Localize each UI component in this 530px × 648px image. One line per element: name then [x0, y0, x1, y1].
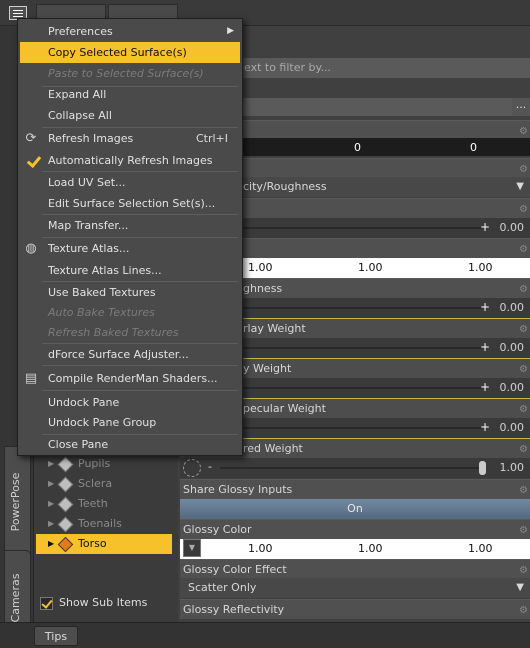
gear-icon[interactable]: ⚙: [519, 521, 528, 541]
menu-item-collapse-all[interactable]: Collapse All: [18, 105, 242, 126]
gear-icon[interactable]: ⚙: [519, 200, 528, 220]
filter-input[interactable]: ext to filter by...: [238, 58, 530, 78]
surface-icon: [57, 516, 74, 533]
expand-arrow-icon[interactable]: ▶: [48, 454, 54, 474]
refresh-icon: ⟳: [25, 131, 37, 146]
glossy-color-effect-header: Glossy Color Effect ⚙: [180, 559, 530, 579]
map-icon[interactable]: [183, 459, 201, 477]
expand-arrow-icon[interactable]: ▶: [48, 534, 54, 554]
surface-icon: [57, 456, 74, 473]
menu-separator: [42, 365, 238, 366]
plus-icon[interactable]: +: [480, 340, 490, 354]
menu-item-refresh-images[interactable]: ⟳ Refresh Images Ctrl+I: [18, 128, 242, 149]
menu-item-expand-all[interactable]: Expand All: [18, 84, 242, 105]
plus-icon[interactable]: +: [480, 420, 490, 434]
menu-item-preferences[interactable]: Preferences ▶: [18, 21, 242, 42]
gear-icon[interactable]: ⚙: [519, 481, 528, 501]
menu-item-auto-bake-textures[interactable]: Auto Bake Textures: [18, 302, 242, 323]
surface-icon: [57, 496, 74, 513]
glossy-color-header: Glossy Color ⚙: [180, 519, 530, 539]
gear-icon[interactable]: ⚙: [519, 440, 528, 460]
slider[interactable]: - 1.00: [180, 458, 530, 478]
plus-icon[interactable]: +: [480, 300, 490, 314]
menu-item-texture-atlas[interactable]: ◍ Texture Atlas...: [18, 238, 242, 259]
menu-item-edit-surface-selection-sets[interactable]: Edit Surface Selection Set(s)...: [18, 193, 242, 214]
script-icon: ▤: [24, 371, 38, 386]
menu-item-close-pane[interactable]: Close Pane: [18, 434, 242, 455]
gear-icon[interactable]: ⚙: [519, 240, 528, 260]
bottom-tab-bar: [0, 622, 530, 648]
expand-arrow-icon[interactable]: ▶: [48, 494, 54, 514]
browse-button[interactable]: ...: [512, 98, 530, 116]
menu-separator: [42, 390, 238, 391]
gear-icon[interactable]: ⚙: [519, 400, 528, 420]
menu-item-compile-renderman-shaders[interactable]: ▤ Compile RenderMan Shaders...: [18, 368, 242, 389]
surface-icon: [57, 536, 74, 553]
preset-path-field[interactable]: [240, 98, 512, 116]
globe-icon: ◍: [25, 241, 37, 256]
tab-powerpose[interactable]: PowerPose: [4, 446, 31, 558]
menu-item-refresh-baked-textures[interactable]: Refresh Baked Textures: [18, 322, 242, 343]
share-glossy-inputs-toggle[interactable]: On: [180, 499, 530, 519]
glossy-color-value-row[interactable]: 1.00 1.00 1.00: [180, 539, 530, 559]
plus-icon[interactable]: +: [480, 220, 490, 234]
gear-icon[interactable]: ⚙: [519, 320, 528, 340]
menu-item-map-transfer[interactable]: Map Transfer...: [18, 215, 242, 236]
surface-icon: [57, 476, 74, 493]
chevron-right-icon: ▶: [227, 26, 234, 36]
menu-item-undock-pane[interactable]: Undock Pane: [18, 392, 242, 413]
menu-item-paste-to-selected-surfaces[interactable]: Paste to Selected Surface(s): [18, 63, 242, 84]
menu-item-undock-pane-group[interactable]: Undock Pane Group: [18, 412, 242, 433]
show-sub-items-checkbox[interactable]: [40, 597, 53, 610]
menu-item-auto-refresh-images[interactable]: Automatically Refresh Images: [18, 150, 242, 171]
menu-item-dforce-surface-adjuster[interactable]: dForce Surface Adjuster...: [18, 344, 242, 365]
menu-item-use-baked-textures[interactable]: Use Baked Textures: [18, 282, 242, 303]
expand-arrow-icon[interactable]: ▶: [48, 474, 54, 494]
glossy-reflectivity-header: Glossy Reflectivity ⚙: [180, 599, 530, 619]
gear-icon[interactable]: ⚙: [519, 280, 528, 300]
menu-item-load-uv-set[interactable]: Load UV Set...: [18, 172, 242, 193]
chevron-down-icon: ▼: [516, 582, 524, 593]
window: PowerPose Cameras ▶ Pupils ▶ Sclera ▶ Teeth…: [0, 0, 530, 648]
pane-options-menu: Preferences ▶ Copy Selected Surface(s) Pa…: [17, 18, 243, 456]
minus-icon[interactable]: -: [208, 460, 212, 473]
checkmark-icon: [25, 154, 39, 167]
tree-item-torso[interactable]: ▶ Torso: [36, 534, 172, 554]
menu-item-copy-selected-surfaces[interactable]: Copy Selected Surface(s): [20, 42, 240, 63]
chevron-down-icon: ▼: [516, 181, 524, 192]
slider-handle[interactable]: [479, 461, 486, 475]
menu-item-texture-atlas-lines[interactable]: Texture Atlas Lines...: [18, 260, 242, 281]
gear-icon[interactable]: ⚙: [519, 360, 528, 380]
tab-tips[interactable]: Tips: [34, 626, 78, 646]
chevron-down-icon[interactable]: ▼: [183, 539, 201, 557]
expand-arrow-icon[interactable]: ▶: [48, 514, 54, 534]
share-glossy-inputs-header: Share Glossy Inputs ⚙: [180, 479, 530, 499]
show-sub-items-label: Show Sub Items: [59, 596, 148, 609]
gear-icon[interactable]: ⚙: [519, 601, 528, 621]
plus-icon[interactable]: +: [480, 380, 490, 394]
glossy-color-effect-dropdown[interactable]: Scatter Only ▼: [180, 578, 530, 598]
